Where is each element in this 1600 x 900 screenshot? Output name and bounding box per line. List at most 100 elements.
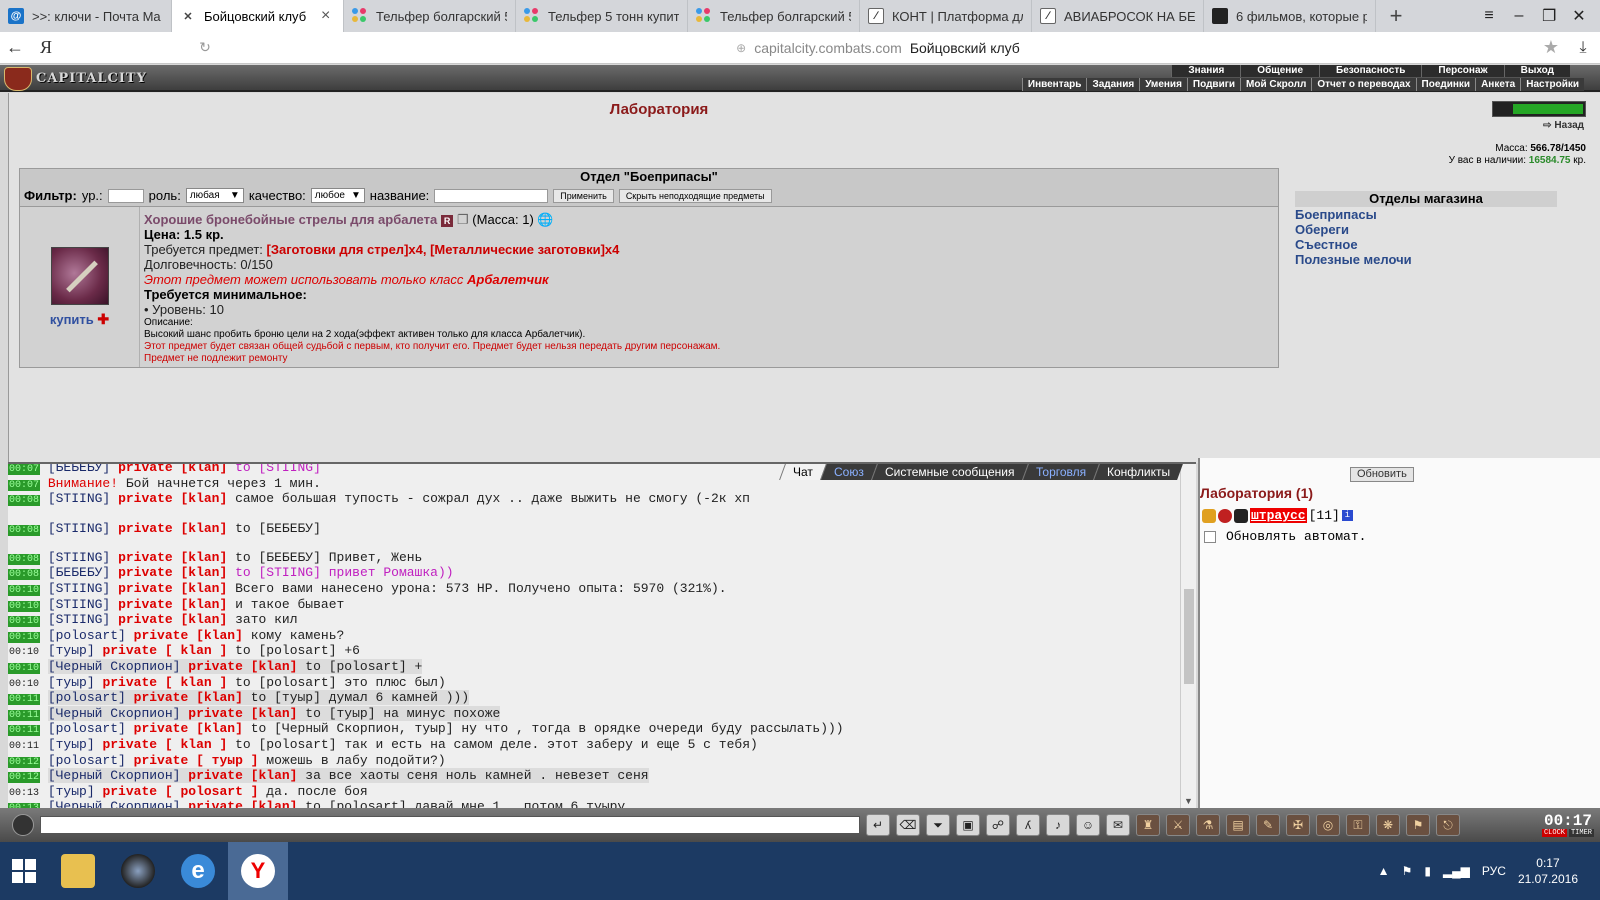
chat-nick[interactable]: [STIING] xyxy=(48,521,110,536)
chat-recipient[interactable]: to [БЕБЕБУ] xyxy=(235,521,321,536)
browser-tab[interactable]: Тельфер болгарский 5 xyxy=(344,0,516,32)
chat-timestamp[interactable]: 00:10 xyxy=(8,600,41,612)
chat-nick[interactable]: [STIING] xyxy=(48,612,110,627)
chat-recipient[interactable]: to [STIING] xyxy=(235,464,321,475)
chat-private-tag[interactable]: private [klan] xyxy=(118,597,227,612)
chat-private-tag[interactable]: private [ klan ] xyxy=(102,643,227,658)
department-link-food[interactable]: Съестное xyxy=(1295,237,1557,252)
submenu-skills[interactable]: Умения xyxy=(1139,78,1187,91)
chat-timestamp[interactable]: 00:10 xyxy=(8,616,41,628)
submenu-quests[interactable]: Задания xyxy=(1086,78,1139,91)
auto-refresh-checkbox[interactable] xyxy=(1204,530,1216,543)
reload-icon[interactable]: ↻ xyxy=(190,39,220,56)
chat-nick[interactable]: [туыр] xyxy=(48,675,95,690)
chat-private-tag[interactable]: private [ klan ] xyxy=(102,675,227,690)
submenu-transfer-report[interactable]: Отчет о переводах xyxy=(1311,78,1415,91)
chat-timestamp[interactable]: 00:11 xyxy=(8,694,41,706)
filter-icon[interactable]: ⏷ xyxy=(926,814,950,836)
chat-timestamp[interactable]: 00:11 xyxy=(8,709,41,721)
department-link-amulets[interactable]: Обереги xyxy=(1295,222,1557,237)
chat-nick[interactable]: [Черный Скорпион] xyxy=(48,706,181,721)
menu-icon[interactable]: ≡ xyxy=(1482,7,1496,25)
menu-exit[interactable]: Выход xyxy=(1503,65,1570,77)
chat-nick[interactable]: [STIING] xyxy=(48,491,110,506)
back-link[interactable]: ⇨ Назад xyxy=(1543,120,1584,131)
chat-private-tag[interactable]: private [klan] xyxy=(118,464,227,475)
close-tab-icon[interactable]: × xyxy=(321,7,335,25)
submenu-inventory[interactable]: Инвентарь xyxy=(1021,78,1087,91)
chat-recipient[interactable]: to [polosart] xyxy=(305,659,406,674)
chat-nick[interactable]: [туыр] xyxy=(48,643,95,658)
back-arrow-icon[interactable]: ← xyxy=(0,37,30,58)
clock-label[interactable]: CLOCK xyxy=(1541,829,1567,837)
potion-icon[interactable]: ⚗ xyxy=(1196,814,1220,836)
chat-recipient[interactable]: to [polosart] xyxy=(235,737,336,752)
url-field[interactable]: ⊕ capitalcity.combats.com Бойцовский клу… xyxy=(220,40,1536,56)
buy-button[interactable]: купить ✚ xyxy=(50,311,109,328)
submenu-settings[interactable]: Настройки xyxy=(1520,78,1584,91)
item-name[interactable]: Хорошие бронебойные стрелы для арбалета xyxy=(144,212,437,227)
chat-nick[interactable]: [туыр] xyxy=(48,737,95,752)
menu-character[interactable]: Персонаж xyxy=(1421,65,1504,77)
chat-private-tag[interactable]: private [klan] xyxy=(118,521,227,536)
signal-icon[interactable]: ▂▄▆ xyxy=(1443,864,1470,878)
eraser-icon[interactable]: ⌫ xyxy=(896,814,920,836)
chat-nick[interactable]: [polosart] xyxy=(48,690,126,705)
bag-icon[interactable]: ♜ xyxy=(1136,814,1160,836)
chat-nick[interactable]: [Черный Скорпион] xyxy=(48,659,181,674)
chat-timestamp[interactable]: 00:10 xyxy=(8,631,41,643)
role-select[interactable]: любая ▼ xyxy=(185,188,244,203)
chat-timestamp[interactable]: 00:10 xyxy=(8,584,41,596)
menu-knowledge[interactable]: Знания xyxy=(1171,65,1241,77)
name-input[interactable] xyxy=(434,188,549,203)
apply-filter-button[interactable]: Применить xyxy=(553,188,614,203)
chat-timestamp[interactable]: 00:08 xyxy=(8,553,41,565)
chat-private-tag[interactable]: private [klan] xyxy=(188,659,297,674)
browser-tab-active[interactable]: ✕ Бойцовский клуб × xyxy=(172,0,344,32)
chat-recipient[interactable]: to [Черный Скорпион, туыр] xyxy=(251,721,454,736)
chat-nick[interactable]: [STIING] xyxy=(48,597,110,612)
chat-nick[interactable]: [БЕБЕБУ] xyxy=(48,565,110,580)
site-info-icon[interactable]: ⊕ xyxy=(736,41,746,55)
chat-private-tag[interactable]: private [ туыр ] xyxy=(134,753,259,768)
language-indicator[interactable]: РУС xyxy=(1482,864,1506,878)
chest-icon[interactable]: ▤ xyxy=(1226,814,1250,836)
close-window-icon[interactable]: ✕ xyxy=(1572,6,1586,26)
browser-tab[interactable]: @ >>: ключи - Почта Ma xyxy=(0,0,172,32)
chat-private-tag[interactable]: private [klan] xyxy=(118,565,227,580)
taskbar-ie[interactable]: e xyxy=(168,842,228,900)
smile-icon[interactable]: ☺ xyxy=(1076,814,1100,836)
crossed-swords-icon[interactable]: ✠ xyxy=(1286,814,1310,836)
chat-nick[interactable]: [polosart] xyxy=(48,628,126,643)
quality-select[interactable]: любое ▼ xyxy=(310,188,365,203)
battery-icon[interactable]: ▮ xyxy=(1424,864,1431,878)
level-input[interactable] xyxy=(107,188,144,203)
chat-private-tag[interactable]: private [ polosart ] xyxy=(102,784,258,799)
chat-private-tag[interactable]: private [klan] xyxy=(118,612,227,627)
sound-icon[interactable]: ♪ xyxy=(1046,814,1070,836)
scrollbar-thumb[interactable] xyxy=(1184,589,1194,684)
tab-trade[interactable]: Торговля xyxy=(1021,464,1099,480)
chat-timestamp[interactable]: 00:11 xyxy=(8,725,41,737)
chat-private-tag[interactable]: private [ klan ] xyxy=(102,737,227,752)
restore-icon[interactable]: ❐ xyxy=(1542,6,1556,26)
minimize-icon[interactable]: – xyxy=(1512,7,1526,25)
scroll-icon[interactable]: ✎ xyxy=(1256,814,1280,836)
chat-nick[interactable]: [STIING] xyxy=(48,550,110,565)
tab-system[interactable]: Системные сообщения xyxy=(871,464,1028,480)
tab-union[interactable]: Союз xyxy=(820,464,878,480)
bookmark-star-icon[interactable]: ★ xyxy=(1536,37,1566,58)
chat-private-tag[interactable]: private [klan] xyxy=(118,550,227,565)
chat-nick[interactable]: [polosart] xyxy=(48,721,126,736)
chat-recipient[interactable]: to [туыр] xyxy=(305,706,375,721)
department-link-ammo[interactable]: Боеприпасы xyxy=(1295,207,1557,222)
send-icon[interactable]: ↵ xyxy=(866,814,890,836)
chat-recipient[interactable]: to [polosart] xyxy=(235,643,336,658)
taskbar-explorer[interactable] xyxy=(48,842,108,900)
browser-tab[interactable]: ∕ КОНТ | Платформа для xyxy=(860,0,1032,32)
private-arrow-icon[interactable] xyxy=(1202,508,1216,523)
run-icon[interactable]: ☍ xyxy=(986,814,1010,836)
download-icon[interactable]: ⤓ xyxy=(1566,39,1600,57)
tray-arrow-icon[interactable]: ▲ xyxy=(1378,864,1390,878)
tab-conflicts[interactable]: Конфликты xyxy=(1092,464,1183,480)
